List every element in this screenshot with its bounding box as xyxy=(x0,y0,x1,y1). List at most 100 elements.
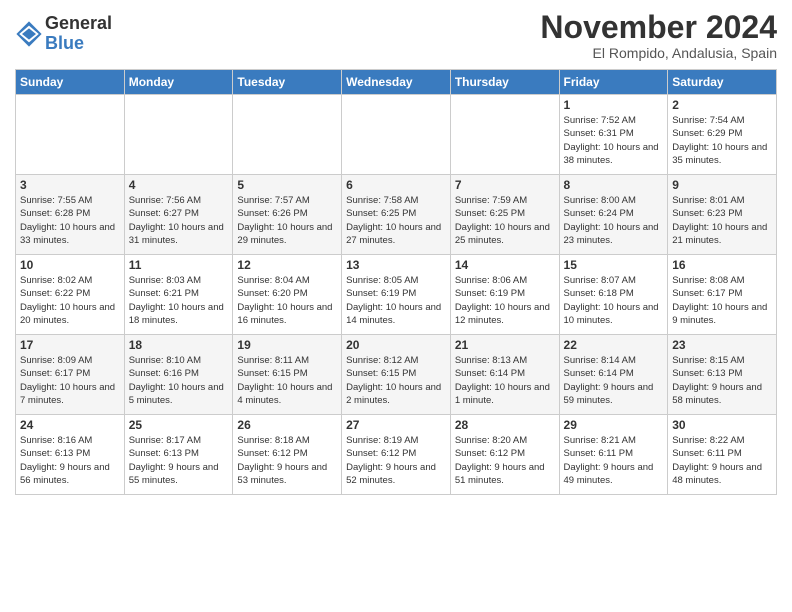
calendar-cell: 28 Sunrise: 8:20 AM Sunset: 6:12 PM Dayli… xyxy=(450,415,559,495)
day-number: 15 xyxy=(564,258,664,272)
day-info: Sunrise: 8:02 AM Sunset: 6:22 PM Dayligh… xyxy=(20,274,120,327)
day-number: 28 xyxy=(455,418,555,432)
day-info: Sunrise: 8:16 AM Sunset: 6:13 PM Dayligh… xyxy=(20,434,120,487)
calendar-cell: 22Sunrise: 8:14 AM Sunset: 6:14 PM Dayli… xyxy=(559,335,668,415)
day-info: Sunrise: 8:11 AM Sunset: 6:15 PM Dayligh… xyxy=(237,354,337,407)
day-info: Sunrise: 8:01 AM Sunset: 6:23 PM Dayligh… xyxy=(672,194,772,247)
logo-icon xyxy=(15,20,43,48)
logo-blue: Blue xyxy=(45,34,112,54)
day-number: 24 xyxy=(20,418,120,432)
calendar-cell: 19 Sunrise: 8:11 AM Sunset: 6:15 PM Dayli… xyxy=(233,335,342,415)
header-wednesday: Wednesday xyxy=(342,70,451,95)
day-number: 23 xyxy=(672,338,772,352)
day-number: 7 xyxy=(455,178,555,192)
header-row: Sunday Monday Tuesday Wednesday Thursday… xyxy=(16,70,777,95)
location: El Rompido, Andalusia, Spain xyxy=(540,45,777,61)
calendar-cell xyxy=(342,95,451,175)
week-row-4: 24 Sunrise: 8:16 AM Sunset: 6:13 PM Dayli… xyxy=(16,415,777,495)
day-number: 13 xyxy=(346,258,446,272)
day-info: Sunrise: 7:58 AM Sunset: 6:25 PM Dayligh… xyxy=(346,194,446,247)
calendar-cell: 2 Sunrise: 7:54 AM Sunset: 6:29 PM Daylig… xyxy=(668,95,777,175)
calendar-cell: 16 Sunrise: 8:08 AM Sunset: 6:17 PM Dayli… xyxy=(668,255,777,335)
header: General Blue November 2024 El Rompido, A… xyxy=(15,10,777,61)
day-number: 12 xyxy=(237,258,337,272)
logo-text: General Blue xyxy=(45,14,112,54)
calendar-cell: 12 Sunrise: 8:04 AM Sunset: 6:20 PM Dayli… xyxy=(233,255,342,335)
title-area: November 2024 El Rompido, Andalusia, Spa… xyxy=(540,10,777,61)
day-info: Sunrise: 8:07 AM Sunset: 6:18 PM Dayligh… xyxy=(564,274,664,327)
day-number: 11 xyxy=(129,258,229,272)
day-number: 3 xyxy=(20,178,120,192)
calendar-cell: 17 Sunrise: 8:09 AM Sunset: 6:17 PM Dayli… xyxy=(16,335,125,415)
calendar-cell: 27Sunrise: 8:19 AM Sunset: 6:12 PM Dayli… xyxy=(342,415,451,495)
day-info: Sunrise: 8:04 AM Sunset: 6:20 PM Dayligh… xyxy=(237,274,337,327)
calendar-cell: 4Sunrise: 7:56 AM Sunset: 6:27 PM Daylig… xyxy=(124,175,233,255)
day-number: 21 xyxy=(455,338,555,352)
day-number: 9 xyxy=(672,178,772,192)
day-number: 2 xyxy=(672,98,772,112)
calendar-cell: 24 Sunrise: 8:16 AM Sunset: 6:13 PM Dayli… xyxy=(16,415,125,495)
day-number: 19 xyxy=(237,338,337,352)
week-row-0: 1 Sunrise: 7:52 AM Sunset: 6:31 PM Daylig… xyxy=(16,95,777,175)
page: General Blue November 2024 El Rompido, A… xyxy=(0,0,792,612)
calendar-cell: 18 Sunrise: 8:10 AM Sunset: 6:16 PM Dayli… xyxy=(124,335,233,415)
day-info: Sunrise: 8:06 AM Sunset: 6:19 PM Dayligh… xyxy=(455,274,555,327)
calendar-cell: 23Sunrise: 8:15 AM Sunset: 6:13 PM Dayli… xyxy=(668,335,777,415)
header-tuesday: Tuesday xyxy=(233,70,342,95)
day-info: Sunrise: 7:52 AM Sunset: 6:31 PM Dayligh… xyxy=(564,114,664,167)
calendar-cell: 9 Sunrise: 8:01 AM Sunset: 6:23 PM Daylig… xyxy=(668,175,777,255)
calendar-cell: 14Sunrise: 8:06 AM Sunset: 6:19 PM Dayli… xyxy=(450,255,559,335)
day-info: Sunrise: 8:08 AM Sunset: 6:17 PM Dayligh… xyxy=(672,274,772,327)
calendar-cell: 21Sunrise: 8:13 AM Sunset: 6:14 PM Dayli… xyxy=(450,335,559,415)
day-number: 8 xyxy=(564,178,664,192)
day-info: Sunrise: 8:14 AM Sunset: 6:14 PM Dayligh… xyxy=(564,354,664,407)
logo: General Blue xyxy=(15,14,112,54)
day-info: Sunrise: 7:55 AM Sunset: 6:28 PM Dayligh… xyxy=(20,194,120,247)
calendar-table: Sunday Monday Tuesday Wednesday Thursday… xyxy=(15,69,777,495)
day-number: 4 xyxy=(129,178,229,192)
header-monday: Monday xyxy=(124,70,233,95)
day-info: Sunrise: 8:03 AM Sunset: 6:21 PM Dayligh… xyxy=(129,274,229,327)
day-info: Sunrise: 8:20 AM Sunset: 6:12 PM Dayligh… xyxy=(455,434,555,487)
week-row-3: 17 Sunrise: 8:09 AM Sunset: 6:17 PM Dayli… xyxy=(16,335,777,415)
calendar-cell: 30 Sunrise: 8:22 AM Sunset: 6:11 PM Dayli… xyxy=(668,415,777,495)
calendar-cell: 6Sunrise: 7:58 AM Sunset: 6:25 PM Daylig… xyxy=(342,175,451,255)
day-number: 30 xyxy=(672,418,772,432)
calendar-cell: 7Sunrise: 7:59 AM Sunset: 6:25 PM Daylig… xyxy=(450,175,559,255)
calendar-cell xyxy=(124,95,233,175)
day-number: 5 xyxy=(237,178,337,192)
calendar-cell: 26Sunrise: 8:18 AM Sunset: 6:12 PM Dayli… xyxy=(233,415,342,495)
day-info: Sunrise: 8:21 AM Sunset: 6:11 PM Dayligh… xyxy=(564,434,664,487)
header-saturday: Saturday xyxy=(668,70,777,95)
calendar-cell: 5 Sunrise: 7:57 AM Sunset: 6:26 PM Daylig… xyxy=(233,175,342,255)
calendar-cell xyxy=(450,95,559,175)
day-number: 18 xyxy=(129,338,229,352)
day-number: 27 xyxy=(346,418,446,432)
calendar-cell: 13 Sunrise: 8:05 AM Sunset: 6:19 PM Dayli… xyxy=(342,255,451,335)
day-number: 29 xyxy=(564,418,664,432)
day-info: Sunrise: 8:17 AM Sunset: 6:13 PM Dayligh… xyxy=(129,434,229,487)
header-thursday: Thursday xyxy=(450,70,559,95)
week-row-1: 3 Sunrise: 7:55 AM Sunset: 6:28 PM Daylig… xyxy=(16,175,777,255)
day-info: Sunrise: 8:12 AM Sunset: 6:15 PM Dayligh… xyxy=(346,354,446,407)
calendar-cell xyxy=(233,95,342,175)
day-info: Sunrise: 7:57 AM Sunset: 6:26 PM Dayligh… xyxy=(237,194,337,247)
day-info: Sunrise: 8:22 AM Sunset: 6:11 PM Dayligh… xyxy=(672,434,772,487)
day-info: Sunrise: 7:54 AM Sunset: 6:29 PM Dayligh… xyxy=(672,114,772,167)
calendar-cell xyxy=(16,95,125,175)
day-info: Sunrise: 8:10 AM Sunset: 6:16 PM Dayligh… xyxy=(129,354,229,407)
day-number: 1 xyxy=(564,98,664,112)
day-info: Sunrise: 8:05 AM Sunset: 6:19 PM Dayligh… xyxy=(346,274,446,327)
calendar-cell: 10Sunrise: 8:02 AM Sunset: 6:22 PM Dayli… xyxy=(16,255,125,335)
month-title: November 2024 xyxy=(540,10,777,45)
day-number: 16 xyxy=(672,258,772,272)
calendar-cell: 8 Sunrise: 8:00 AM Sunset: 6:24 PM Daylig… xyxy=(559,175,668,255)
calendar-cell: 15 Sunrise: 8:07 AM Sunset: 6:18 PM Dayli… xyxy=(559,255,668,335)
day-info: Sunrise: 8:00 AM Sunset: 6:24 PM Dayligh… xyxy=(564,194,664,247)
calendar-cell: 11 Sunrise: 8:03 AM Sunset: 6:21 PM Dayli… xyxy=(124,255,233,335)
day-number: 20 xyxy=(346,338,446,352)
day-info: Sunrise: 8:18 AM Sunset: 6:12 PM Dayligh… xyxy=(237,434,337,487)
header-friday: Friday xyxy=(559,70,668,95)
day-info: Sunrise: 8:09 AM Sunset: 6:17 PM Dayligh… xyxy=(20,354,120,407)
day-number: 17 xyxy=(20,338,120,352)
